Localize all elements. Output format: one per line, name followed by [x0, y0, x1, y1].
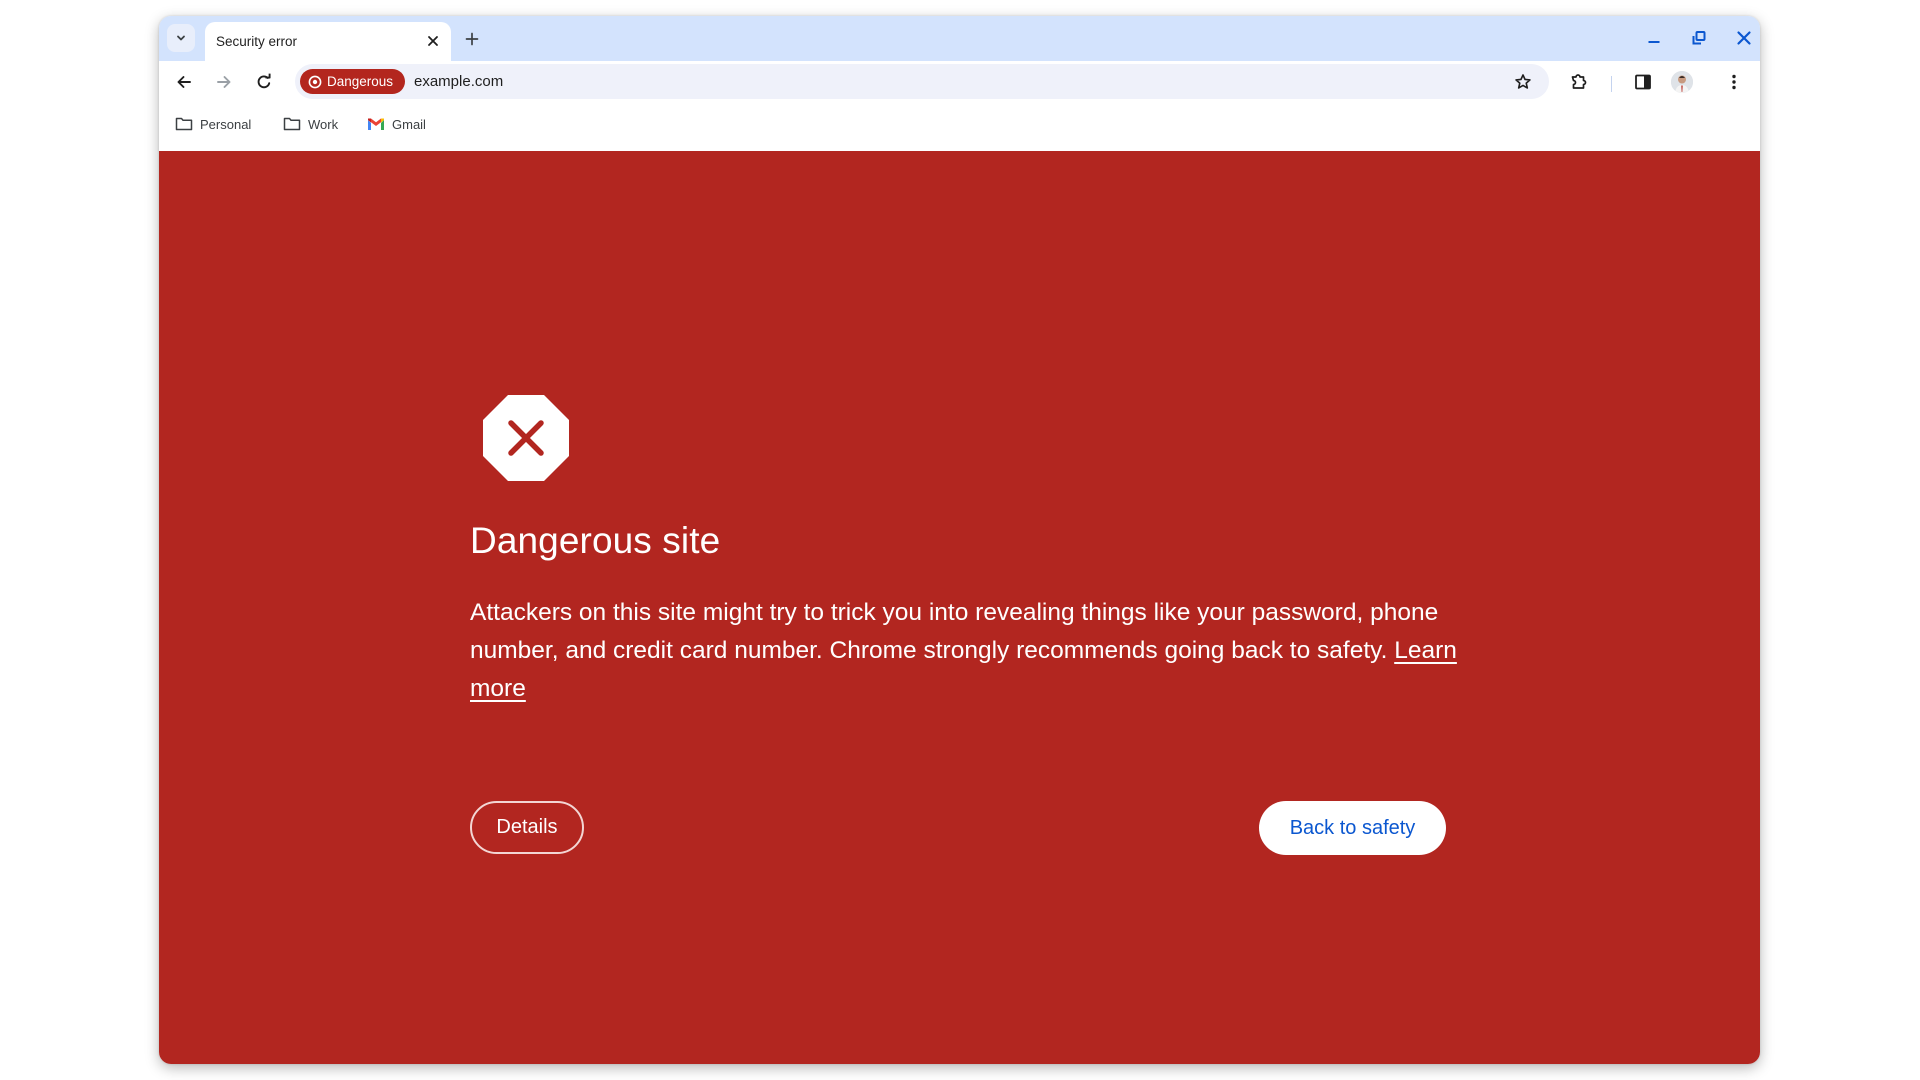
side-panel-button[interactable] [1629, 68, 1657, 96]
toolbar: Dangerous example.com [159, 61, 1760, 102]
browser-window: Security error Dangerous example.com Per… [159, 16, 1760, 1064]
tab-title: Security error [216, 34, 298, 49]
reload-button[interactable] [250, 68, 278, 96]
tab-strip: Security error [159, 16, 1760, 61]
restore-button[interactable] [1684, 24, 1714, 52]
security-chip-label: Dangerous [327, 74, 394, 89]
close-window-button[interactable] [1729, 24, 1759, 52]
star-icon [1515, 74, 1531, 89]
forward-button[interactable] [210, 68, 238, 96]
new-tab-button[interactable] [459, 26, 485, 52]
bookmark-star-button[interactable] [1511, 70, 1535, 94]
close-icon [1737, 31, 1751, 45]
back-button[interactable] [170, 68, 198, 96]
tab-search-button[interactable] [167, 24, 195, 52]
danger-circle-icon [308, 75, 322, 88]
folder-icon [175, 117, 193, 131]
close-icon [428, 36, 438, 46]
danger-octagon-icon [483, 395, 569, 481]
bookmark-gmail[interactable]: Gmail [367, 114, 426, 134]
toolbar-separator [1611, 76, 1612, 92]
extensions-button[interactable] [1565, 68, 1593, 96]
profile-avatar[interactable] [1671, 71, 1693, 93]
omnibox[interactable]: Dangerous example.com [295, 64, 1549, 99]
bookmark-personal[interactable]: Personal [175, 114, 251, 134]
more-menu-button[interactable] [1720, 68, 1748, 96]
puzzle-icon [1571, 74, 1587, 89]
warning-text: Attackers on this site might try to tric… [470, 599, 1439, 664]
minimize-button[interactable] [1639, 24, 1669, 52]
profile-photo-icon [1671, 71, 1693, 93]
side-panel-icon [1635, 74, 1651, 90]
bookmark-label: Work [308, 116, 339, 132]
restore-icon [1692, 31, 1706, 45]
details-button[interactable]: Details [470, 801, 584, 854]
gmail-icon [368, 118, 384, 130]
back-to-safety-button[interactable]: Back to safety [1259, 801, 1446, 855]
arrow-left-icon [177, 76, 191, 88]
more-vert-icon [1732, 74, 1736, 90]
bookmark-label: Personal [200, 116, 252, 132]
reload-icon [257, 73, 271, 89]
chevron-down-icon [177, 35, 185, 41]
warning-description: Attackers on this site might try to tric… [470, 594, 1460, 708]
tab-close-button[interactable] [423, 31, 443, 51]
minimize-icon [1648, 41, 1660, 43]
security-chip-dangerous[interactable]: Dangerous [300, 69, 406, 94]
plus-icon [465, 32, 479, 46]
dangerous-site-interstitial: Dangerous site Attackers on this site mi… [159, 151, 1760, 1064]
tab-security-error[interactable]: Security error [205, 22, 451, 61]
arrow-right-icon [217, 76, 231, 88]
bookmark-label: Gmail [392, 116, 426, 132]
url-text[interactable]: example.com [414, 73, 503, 90]
page-heading: Dangerous site [470, 520, 721, 561]
bookmark-work[interactable]: Work [283, 114, 338, 134]
folder-icon [283, 117, 301, 131]
bookmarks-bar: Personal Work Gmail [159, 102, 1760, 151]
